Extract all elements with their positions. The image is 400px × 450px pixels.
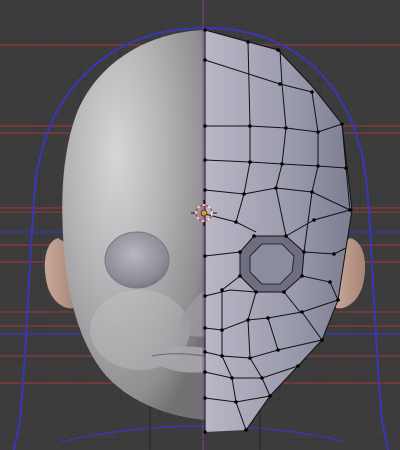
3d-viewport[interactable] xyxy=(0,0,400,450)
object-origin-icon xyxy=(200,209,208,217)
viewport-canvas[interactable] xyxy=(0,0,400,450)
left-eye xyxy=(104,231,170,289)
retopology-mesh xyxy=(205,30,352,432)
